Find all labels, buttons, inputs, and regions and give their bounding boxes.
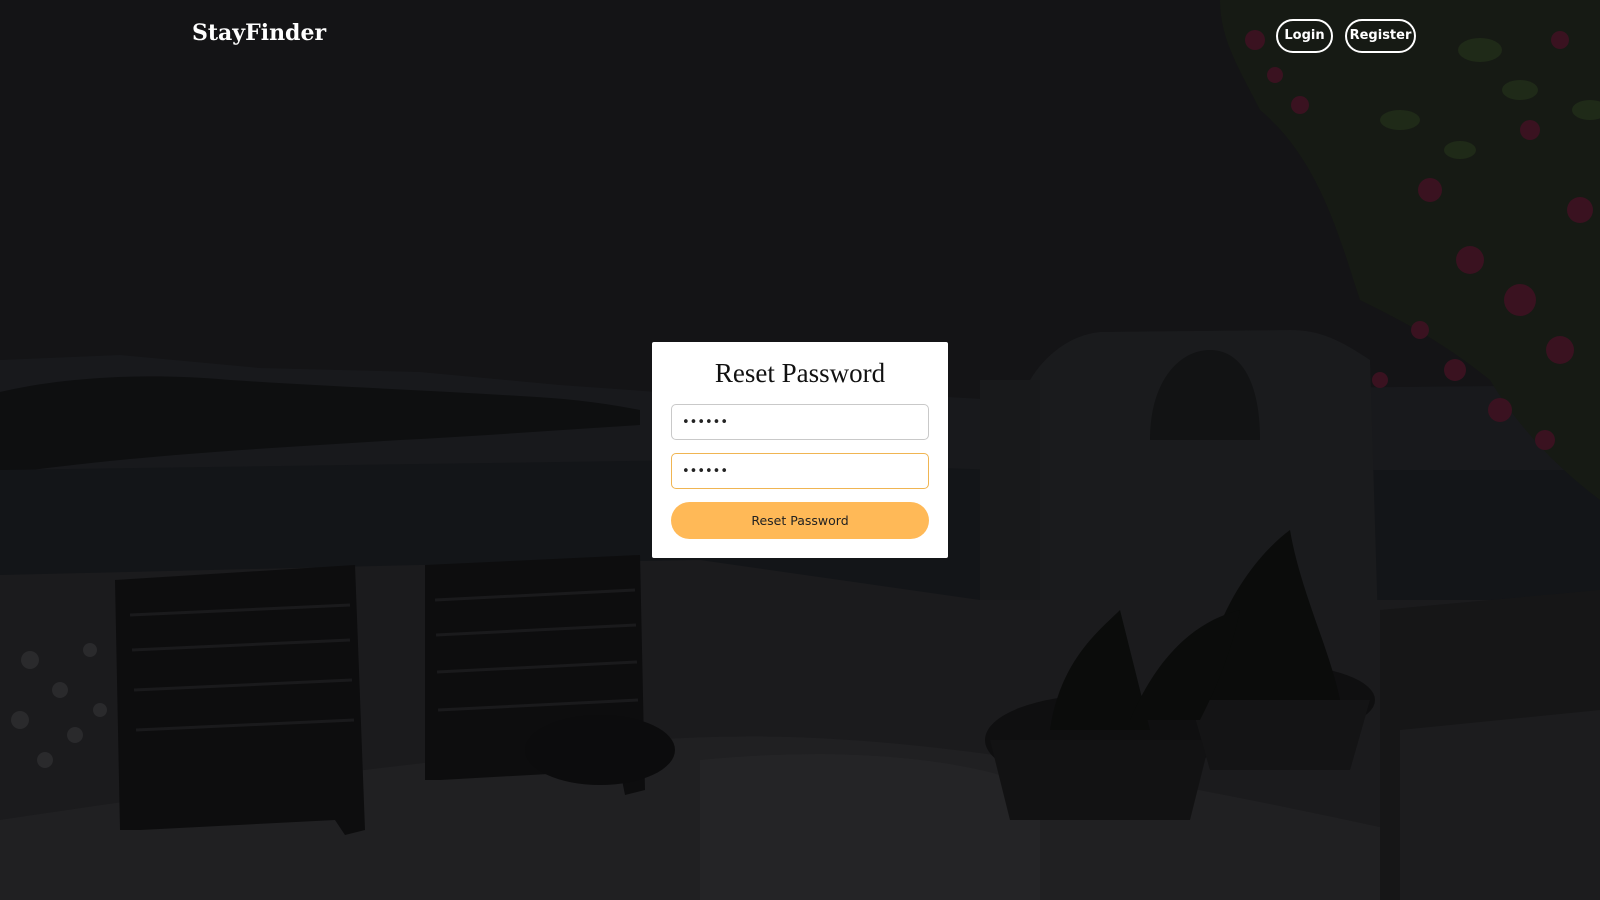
confirm-password-field[interactable] bbox=[671, 453, 929, 489]
login-button[interactable]: Login bbox=[1276, 19, 1333, 53]
reset-password-button[interactable]: Reset Password bbox=[671, 502, 929, 539]
reset-password-card: Reset Password Reset Password bbox=[652, 342, 948, 558]
new-password-field[interactable] bbox=[671, 404, 929, 440]
register-button[interactable]: Register bbox=[1345, 19, 1416, 53]
card-title: Reset Password bbox=[714, 358, 886, 388]
top-navbar: StayFinder Login Register bbox=[0, 0, 1600, 72]
brand-logo[interactable]: StayFinder bbox=[192, 20, 326, 46]
